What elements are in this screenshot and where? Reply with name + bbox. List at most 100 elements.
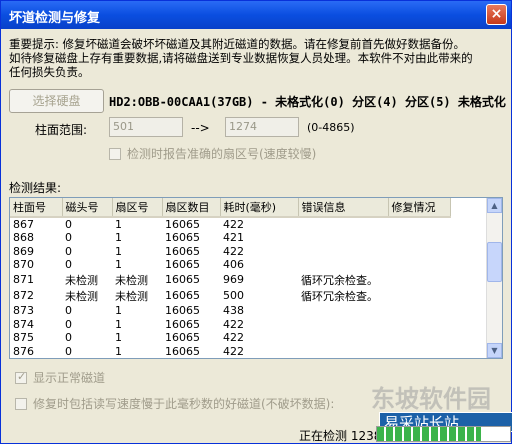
table-scrollbar[interactable]: ▲ ▼	[486, 198, 502, 358]
table-cell: 16065	[165, 273, 200, 287]
close-button[interactable]: ×	[486, 4, 507, 25]
table-cell: 1	[115, 218, 122, 231]
show-normal-checkbox[interactable]: 显示正常磁道	[15, 369, 105, 386]
table-cell: 16065	[165, 304, 200, 318]
table-cell	[298, 358, 388, 359]
table-cell: 867	[13, 218, 34, 231]
table-cell	[298, 331, 388, 345]
table-cell: 875	[13, 331, 34, 345]
show-normal-label: 显示正常磁道	[33, 371, 106, 385]
table-row[interactable]: 873 0 1 16065 438	[10, 304, 450, 318]
table-cell: 16065	[162, 358, 220, 359]
table-cell: 16065	[165, 344, 200, 358]
disk-info: HD2:OBB-00CAA1(37GB) - 未格式化(0) 分区(4) 分区(…	[109, 95, 506, 109]
table-cell: 1	[115, 304, 122, 318]
table-cell	[388, 304, 450, 318]
col-head[interactable]: 磁头号	[62, 198, 113, 218]
warning-notice: 重要提示: 修复坏磁道会破坏坏磁道及其附近磁道的数据。请在修复前首先做好数据备份…	[9, 37, 509, 79]
table-cell: 872	[13, 289, 34, 303]
table-cell: 0	[65, 331, 72, 345]
range-start-field[interactable]: 501	[109, 117, 183, 137]
notice-line-1: 重要提示: 修复坏磁道会破坏坏磁道及其附近磁道的数据。请在修复前首先做好数据备份…	[9, 37, 466, 51]
table-cell	[388, 288, 450, 304]
table-cell	[298, 345, 388, 358]
table-cell	[388, 231, 450, 245]
table-cell: 未检测	[115, 273, 148, 287]
col-time[interactable]: 耗时(毫秒)	[220, 198, 299, 218]
col-error[interactable]: 错误信息	[298, 198, 389, 218]
results-label: 检测结果:	[9, 181, 62, 195]
table-cell	[388, 345, 450, 358]
table-cell: 422	[223, 344, 244, 358]
table-cell: 871	[13, 273, 34, 287]
watermark: 东坡软件园	[371, 385, 491, 413]
table-cell: 1	[115, 331, 122, 345]
report-sector-checkbox[interactable]: 检测时报告准确的扇区号(速度较慢)	[109, 145, 316, 162]
table-cell: 16065	[165, 289, 200, 303]
table-row[interactable]: 874 0 1 16065 422	[10, 317, 450, 331]
table-cell: 876	[13, 344, 34, 358]
table-row[interactable]: 876 0 1 16065 422	[10, 344, 450, 358]
table-cell: 874	[13, 317, 34, 331]
table-cell: 1	[115, 231, 122, 245]
col-sector-count[interactable]: 扇区数目	[162, 198, 221, 218]
window-title: 坏道检测与修复	[9, 11, 101, 26]
table-cell	[388, 358, 450, 359]
table-row[interactable]: 872 未检测 未检测 16065 500 循环冗余检查。	[10, 288, 450, 304]
table-cell	[388, 217, 450, 231]
table-cell: 1	[115, 244, 122, 258]
scroll-up-icon[interactable]: ▲	[487, 198, 502, 213]
col-repair[interactable]: 修复情况	[388, 198, 451, 218]
range-end-field[interactable]: 1274	[225, 117, 299, 137]
table-cell: 16065	[165, 331, 200, 345]
table-cell	[298, 231, 388, 245]
table-cell: 438	[223, 304, 244, 318]
table-cell	[388, 258, 450, 272]
progress-bar	[376, 426, 511, 442]
progress-fill	[377, 427, 481, 441]
checkbox-checked-icon	[15, 370, 27, 384]
scroll-thumb[interactable]	[487, 242, 502, 282]
range-label: 柱面范围:	[35, 123, 88, 137]
table-cell: 16065	[165, 258, 200, 272]
results-table[interactable]: 柱面号 磁头号 扇区号 扇区数目 耗时(毫秒) 错误信息 修复情况 867 0 1 1…	[9, 197, 503, 359]
table-row[interactable]: 868 0 1 16065 421	[10, 231, 450, 245]
notice-line-3: 任何损失负责。	[9, 65, 90, 79]
col-sector[interactable]: 扇区号	[112, 198, 163, 218]
table-row[interactable]: 871 未检测 未检测 16065 969 循环冗余检查。	[10, 272, 450, 288]
select-disk-button[interactable]: 选择硬盘	[9, 89, 104, 113]
table-row[interactable]: 875 0 1 16065 422	[10, 331, 450, 345]
table-cell: 循环冗余检查。	[301, 273, 378, 287]
checkbox-box	[15, 397, 27, 410]
table-cell: 1	[112, 358, 162, 359]
table-cell: 877	[10, 358, 62, 359]
table-cell	[388, 272, 450, 288]
scroll-down-icon[interactable]: ▼	[487, 343, 502, 358]
table-row[interactable]: 8770116065422	[10, 358, 450, 359]
table-cell	[388, 317, 450, 331]
table-cell: 0	[65, 304, 72, 318]
table-cell: 1	[115, 258, 122, 272]
table-row[interactable]: 869 0 1 16065 422	[10, 245, 450, 259]
table-cell: 16065	[165, 244, 200, 258]
table-cell: 422	[223, 244, 244, 258]
table-cell: 16065	[165, 231, 200, 245]
repair-slow-checkbox[interactable]: 修复时包括读写速度慢于此毫秒数的好磁道(不破坏数据):	[15, 395, 334, 412]
report-sector-label: 检测时报告准确的扇区号(速度较慢)	[127, 147, 317, 161]
table-cell	[388, 245, 450, 259]
table-cell	[298, 304, 388, 318]
table-cell: 969	[223, 273, 244, 287]
table-row[interactable]: 867 0 1 16065 422	[10, 217, 450, 231]
table-cell	[298, 245, 388, 259]
table-cell: 0	[65, 258, 72, 272]
table-cell: 421	[223, 231, 244, 245]
table-cell: 422	[220, 358, 298, 359]
table-cell: 未检测	[65, 273, 98, 287]
table-cell: 0	[65, 244, 72, 258]
table-row[interactable]: 870 0 1 16065 406	[10, 258, 450, 272]
table-cell: 0	[65, 231, 72, 245]
table-cell: 422	[223, 218, 244, 231]
col-cylinder[interactable]: 柱面号	[10, 198, 63, 218]
table-cell: 16065	[165, 218, 200, 231]
table-cell	[298, 217, 388, 231]
